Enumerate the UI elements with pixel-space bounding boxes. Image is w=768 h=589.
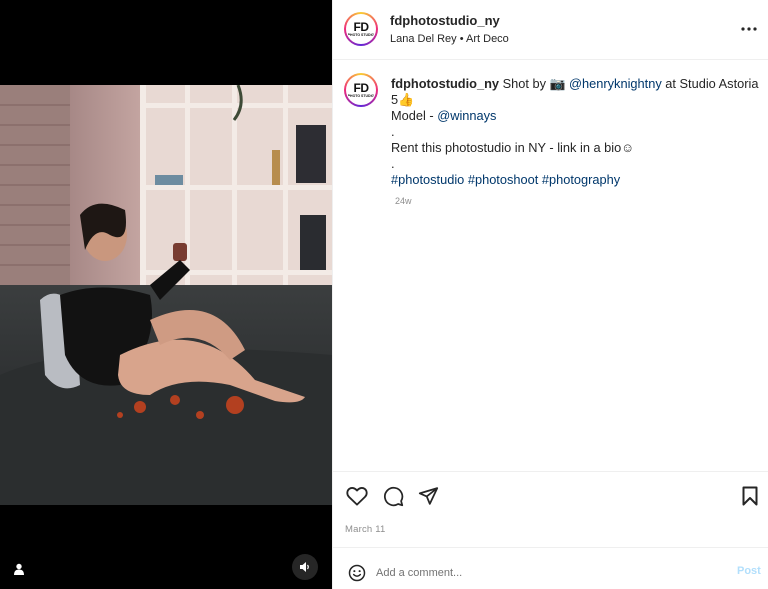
share-icon[interactable] (416, 484, 440, 508)
heart-icon[interactable] (345, 484, 369, 508)
logo-subtext: PHOTO STUDIO (347, 93, 375, 98)
user-tag-icon[interactable] (9, 559, 29, 579)
post-header: FD PHOTO STUDIO fdphotostudio_ny Lana De… (333, 0, 768, 60)
caption-hashtags[interactable]: #photostudio #photoshoot #photography (391, 172, 761, 188)
caption-line-5: 5👍 (391, 92, 415, 107)
caption-avatar[interactable]: FD PHOTO STUDIO (344, 73, 378, 107)
post-photo[interactable] (0, 85, 332, 505)
caption-shot-by: Shot by 📷 (499, 76, 570, 91)
avatar[interactable]: FD PHOTO STUDIO (344, 12, 378, 46)
logo-text: FD (353, 80, 370, 95)
caption-rent: Rent this photostudio in NY - link in a … (391, 140, 635, 155)
bookmark-icon[interactable] (738, 484, 762, 508)
caption-dot: . (391, 124, 395, 139)
audio-icon[interactable] (292, 554, 318, 580)
comment-bar: Post (333, 547, 768, 589)
mention-model[interactable]: @winnays (437, 108, 496, 123)
header-username[interactable]: fdphotostudio_ny (390, 13, 500, 28)
more-icon[interactable] (739, 22, 759, 36)
post-actions: March 11 (333, 471, 768, 547)
caption-studio: at Studio Astoria (661, 76, 759, 91)
post-date[interactable]: March 11 (345, 524, 386, 535)
logo-text: FD (353, 19, 370, 34)
caption-username[interactable]: fdphotostudio_ny (391, 76, 499, 91)
caption-model-label: Model - (391, 108, 438, 123)
caption: FD PHOTO STUDIO fdphotostudio_ny Shot by… (333, 62, 768, 470)
post-details: FD PHOTO STUDIO fdphotostudio_ny Lana De… (332, 0, 768, 589)
comment-input[interactable] (376, 562, 706, 584)
caption-time[interactable]: 24w (395, 196, 412, 206)
caption-text: fdphotostudio_ny Shot by 📷 @henryknightn… (391, 76, 761, 188)
comment-icon[interactable] (381, 484, 405, 508)
post-media (0, 0, 332, 589)
caption-dot: . (391, 156, 395, 171)
logo-subtext: PHOTO STUDIO (347, 32, 375, 37)
emoji-icon[interactable] (347, 563, 367, 583)
post-button[interactable]: Post (737, 565, 761, 577)
mention-photographer[interactable]: @henryknightny (569, 76, 662, 91)
music-info[interactable]: Lana Del Rey • Art Deco (390, 33, 509, 45)
